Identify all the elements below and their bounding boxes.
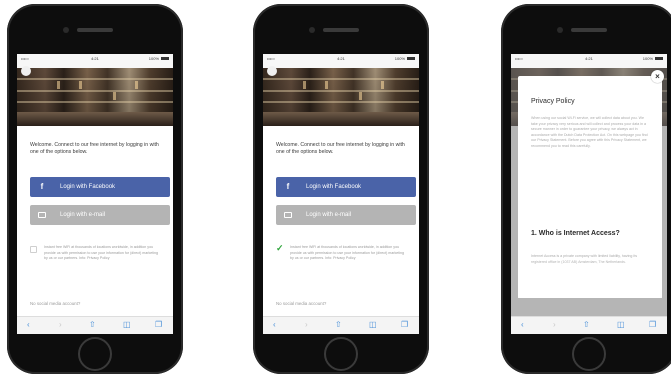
browser-toolbar: ‹ › ⇧ ◫ ❐	[263, 316, 419, 334]
tabs-icon[interactable]: ❐	[155, 320, 162, 330]
home-button[interactable]	[78, 337, 112, 371]
speaker-grille	[571, 28, 607, 32]
no-account-link[interactable]: No social media account?	[30, 301, 80, 306]
no-account-link[interactable]: No social media account?	[276, 301, 326, 306]
share-icon[interactable]: ⇧	[583, 320, 590, 330]
browser-toolbar: ‹ › ⇧ ◫ ❐	[511, 316, 667, 334]
consent-checkbox[interactable]	[30, 246, 37, 253]
venue-logo	[21, 66, 31, 76]
forward-icon[interactable]: ›	[59, 320, 62, 330]
venue-photo	[17, 68, 173, 126]
status-bar: ••••○ 4:21 100%	[263, 54, 419, 64]
phone-mockup-3: ••••○ 4:21 100% Privacy Policy When usin…	[501, 4, 671, 374]
battery-status: 100%	[149, 54, 169, 64]
login-email-button[interactable]: Login with e-mail	[276, 205, 416, 225]
venue-logo	[267, 66, 277, 76]
facebook-icon: f	[40, 182, 44, 191]
privacy-policy-modal: Privacy Policy When using our social Wi-…	[518, 76, 662, 298]
home-button[interactable]	[572, 337, 606, 371]
back-icon[interactable]: ‹	[27, 320, 30, 330]
forward-icon[interactable]: ›	[553, 320, 556, 330]
speaker-grille	[323, 28, 359, 32]
facebook-icon: f	[286, 182, 290, 191]
facebook-button-label: Login with Facebook	[306, 184, 362, 190]
battery-icon	[655, 57, 663, 61]
consent-check-icon[interactable]: ✓	[276, 244, 284, 253]
back-icon[interactable]: ‹	[273, 320, 276, 330]
home-button[interactable]	[324, 337, 358, 371]
status-bar: ••••○ 4:21 100%	[511, 54, 667, 64]
browser-toolbar: ‹ › ⇧ ◫ ❐	[17, 316, 173, 334]
email-button-label: Login with e-mail	[306, 212, 352, 218]
consent-text: Instant free WiFi at thousands of locati…	[44, 245, 159, 260]
battery-icon	[407, 57, 415, 61]
welcome-text: Welcome. Connect to our free internet by…	[276, 142, 405, 155]
forward-icon[interactable]: ›	[305, 320, 308, 330]
front-camera	[557, 27, 563, 33]
battery-status: 100%	[395, 54, 415, 64]
tabs-icon[interactable]: ❐	[649, 320, 656, 330]
bookmarks-icon[interactable]: ◫	[369, 320, 377, 330]
phone-mockup-2: ••••○ 4:21 100% Welcome. Connect to our …	[253, 4, 429, 374]
welcome-text: Welcome. Connect to our free internet by…	[30, 142, 159, 155]
tabs-icon[interactable]: ❐	[401, 320, 408, 330]
phone-screen: ••••○ 4:21 100% Welcome. Connect to our …	[17, 54, 173, 334]
phone-screen: ••••○ 4:21 100% Welcome. Connect to our …	[263, 54, 419, 334]
venue-photo	[263, 68, 419, 126]
battery-icon	[161, 57, 169, 61]
facebook-button-label: Login with Facebook	[60, 184, 116, 190]
bookmarks-icon[interactable]: ◫	[617, 320, 625, 330]
bookmarks-icon[interactable]: ◫	[123, 320, 131, 330]
battery-status: 100%	[643, 54, 663, 64]
share-icon[interactable]: ⇧	[335, 320, 342, 330]
back-icon[interactable]: ‹	[521, 320, 524, 330]
privacy-intro: When using our social Wi-Fi service, we …	[531, 116, 648, 148]
privacy-section-heading: 1. Who is Internet Access?	[531, 230, 620, 237]
mail-icon	[284, 212, 292, 218]
login-facebook-button[interactable]: f Login with Facebook	[30, 177, 170, 197]
speaker-grille	[77, 28, 113, 32]
share-icon[interactable]: ⇧	[89, 320, 96, 330]
phone-screen: ••••○ 4:21 100% Privacy Policy When usin…	[511, 54, 667, 334]
login-facebook-button[interactable]: f Login with Facebook	[276, 177, 416, 197]
scroll-fade	[518, 258, 662, 298]
phone-mockup-1: ••••○ 4:21 100% Welcome. Connect to our …	[7, 4, 183, 374]
mail-icon	[38, 212, 46, 218]
status-bar: ••••○ 4:21 100%	[17, 54, 173, 64]
privacy-title: Privacy Policy	[531, 98, 575, 105]
email-button-label: Login with e-mail	[60, 212, 106, 218]
close-modal-button[interactable]: ×	[651, 70, 664, 83]
consent-text: Instant free WiFi at thousands of locati…	[290, 245, 405, 260]
login-email-button[interactable]: Login with e-mail	[30, 205, 170, 225]
front-camera	[63, 27, 69, 33]
front-camera	[309, 27, 315, 33]
